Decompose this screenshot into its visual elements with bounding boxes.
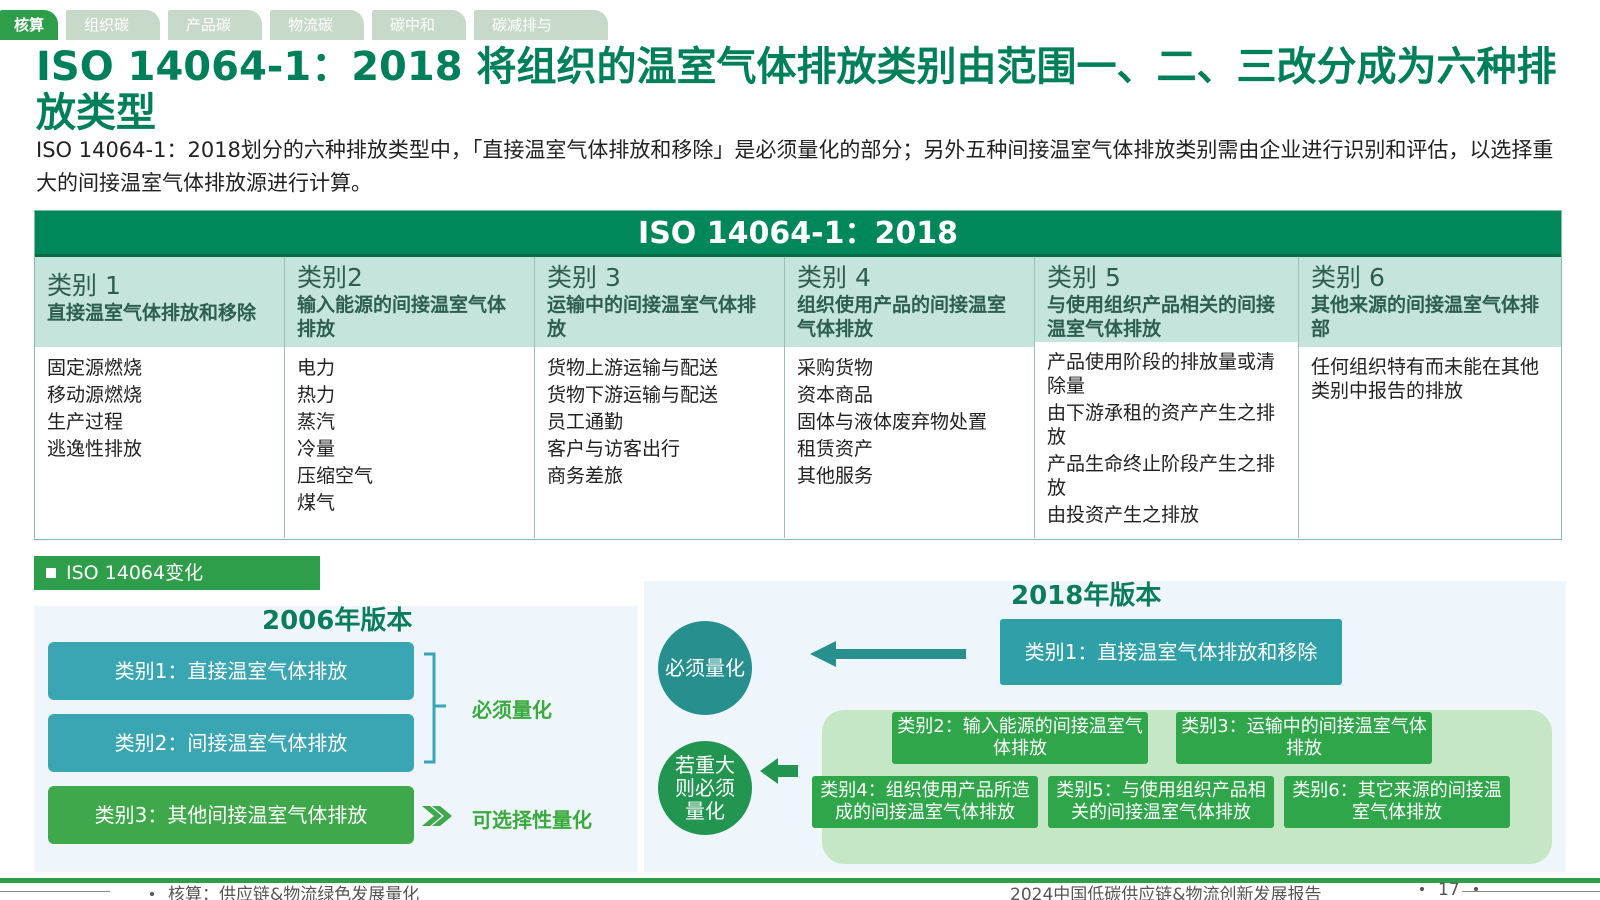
list-item: 移动源燃烧 — [47, 384, 143, 406]
tab-carbon-neutral[interactable]: 碳中和 — [372, 10, 467, 40]
list-item: 采购货物 — [797, 357, 874, 379]
footer-left: 核算：供应链&物流绿色发展量化 — [136, 880, 419, 900]
v2018-category-5: 类别5：与使用组织产品相关的间接温室气体排放 — [1048, 776, 1274, 828]
v2006-category-1: 类别1：直接温室气体排放 — [48, 642, 414, 700]
iso-category-table: ISO 14064-1：2018 类别 1 直接温室气体排放和移除 固定源燃烧 … — [34, 210, 1562, 540]
v2018-category-2: 类别2：输入能源的间接温室气体排放 — [892, 712, 1148, 764]
list-item: 生产过程 — [47, 411, 124, 433]
must-quantify-circle: 必须量化 — [658, 621, 752, 715]
list-item: 资本商品 — [797, 384, 874, 406]
list-item: 压缩空气 — [297, 465, 374, 487]
version-2006-title: 2006年版本 — [262, 606, 413, 636]
list-item: 货物上游运输与配送 — [547, 357, 719, 379]
column-category-name: 与使用组织产品相关的间接温室气体排放 — [1047, 294, 1276, 340]
v2006-category-2: 类别2：间接温室气体排放 — [48, 714, 414, 772]
list-item: 冷量 — [297, 438, 336, 460]
square-bullet-icon — [46, 568, 56, 578]
tab-logistics-carbon[interactable]: 物流碳 — [270, 10, 365, 40]
v2018-category-1: 类别1：直接温室气体排放和移除 — [1000, 619, 1342, 685]
version-2018-panel: 2018年版本 必须量化 若重大则必须量化 类别1：直接温室气体排放和移除 类别… — [644, 581, 1566, 872]
v2006-category-3: 类别3：其他间接温室气体排放 — [48, 786, 414, 844]
list-item: 客户与访客出行 — [547, 438, 681, 460]
column-category: 类别 6 — [1311, 263, 1385, 292]
bracket-icon — [424, 652, 446, 764]
list-item: 货物下游运输与配送 — [547, 384, 719, 406]
table-column-cat1: 类别 1 直接温室气体排放和移除 固定源燃烧 移动源燃烧 生产过程 逃逸性排放 — [35, 257, 285, 538]
column-category: 类别 3 — [547, 263, 621, 292]
list-item: 由投资产生之排放 — [1047, 504, 1200, 526]
column-category-name: 直接温室气体排放和移除 — [47, 302, 257, 324]
list-item: 电力 — [297, 357, 336, 379]
column-category: 类别 4 — [797, 263, 871, 292]
page-title: ISO 14064-1：2018 将组织的温室气体排放类别由范围一、二、三改分成… — [36, 44, 1557, 136]
footer-right: 2024中国低碳供应链&物流创新发展报告 — [1010, 885, 1322, 900]
column-category: 类别2 — [297, 263, 363, 292]
must-quantify-label: 必须量化 — [472, 698, 552, 722]
optional-quantify-label: 可选择性量化 — [472, 808, 592, 832]
v2018-category-3: 类别3：运输中的间接温室气体排放 — [1176, 712, 1432, 764]
list-item: 由下游承租的资产产生之排放 — [1047, 402, 1276, 448]
list-item: 租赁资产 — [797, 438, 874, 460]
list-item: 任何组织特有而未能在其他类别中报告的排放 — [1311, 356, 1540, 402]
list-item: 其他服务 — [797, 465, 874, 487]
tab-carbon-reduction-ccer[interactable]: 碳减排与CCER — [474, 10, 609, 64]
list-item: 固体与液体废弃物处置 — [797, 411, 988, 433]
footer-line — [0, 891, 110, 892]
list-item: 煤气 — [297, 492, 336, 514]
list-item: 蒸汽 — [297, 411, 336, 433]
column-category: 类别 1 — [47, 271, 121, 300]
version-2006-panel: 2006年版本 类别1：直接温室气体排放 类别2：间接温室气体排放 类别3：其他… — [34, 606, 638, 872]
tab-organization-carbon[interactable]: 组织碳 — [66, 10, 161, 40]
list-item: 固定源燃烧 — [47, 357, 143, 379]
double-chevron-icon — [422, 806, 452, 826]
list-item: 员工通勤 — [547, 411, 624, 433]
top-tab-bar: 核算 组织碳 产品碳 物流碳 碳中和 碳减排与CCER — [0, 10, 616, 64]
version-2018-title: 2018年版本 — [1011, 581, 1162, 611]
column-category-name: 运输中的间接温室气体排放 — [547, 294, 757, 340]
page-subtitle: ISO 14064-1：2018划分的六种排放类型中，「直接温室气体排放和移除」… — [36, 138, 1554, 195]
column-category-name: 其他来源的间接温室气体排部 — [1311, 294, 1540, 340]
column-category: 类别 5 — [1047, 263, 1121, 292]
column-category-name: 组织使用产品的间接温室气体排放 — [797, 294, 1007, 340]
list-item: 产品使用阶段的排放量或清除量 — [1047, 351, 1276, 397]
table-column-cat5: 类别 5 与使用组织产品相关的间接温室气体排放 产品使用阶段的排放量或清除量 由… — [1035, 257, 1299, 538]
table-column-cat4: 类别 4 组织使用产品的间接温室气体排放 采购货物 资本商品 固体与液体废弃物处… — [785, 257, 1035, 538]
page-footer: 核算：供应链&物流绿色发展量化 2024中国低碳供应链&物流创新发展报告 17 — [0, 878, 1600, 900]
page-number: 17 — [1406, 880, 1492, 900]
list-item: 热力 — [297, 384, 336, 406]
table-column-cat6: 类别 6 其他来源的间接温室气体排部 任何组织特有而未能在其他类别中报告的排放 — [1299, 257, 1561, 538]
arrow-left-icon — [760, 758, 798, 784]
table-column-cat2: 类别2 输入能源的间接温室气体排放 电力 热力 蒸汽 冷量 压缩空气 煤气 — [285, 257, 535, 538]
tab-product-carbon[interactable]: 产品碳 — [168, 10, 263, 40]
list-item: 产品生命终止阶段产生之排放 — [1047, 453, 1276, 499]
conditional-quantify-circle: 若重大则必须量化 — [658, 741, 752, 835]
list-item: 逃逸性排放 — [47, 438, 143, 460]
arrow-left-icon — [810, 641, 966, 667]
list-item: 商务差旅 — [547, 465, 624, 487]
section-label: ISO 14064变化 — [34, 556, 320, 590]
column-category-name: 输入能源的间接温室气体排放 — [297, 294, 507, 340]
v2018-category-4: 类别4：组织使用产品所造成的间接温室气体排放 — [812, 776, 1038, 828]
section-label-text: ISO 14064变化 — [66, 562, 204, 584]
v2018-category-6: 类别6：其它来源的间接温室气体排放 — [1284, 776, 1510, 828]
table-column-cat3: 类别 3 运输中的间接温室气体排放 货物上游运输与配送 货物下游运输与配送 员工… — [535, 257, 785, 538]
table-header: ISO 14064-1：2018 — [35, 211, 1561, 257]
tab-accounting[interactable]: 核算 — [0, 10, 59, 40]
